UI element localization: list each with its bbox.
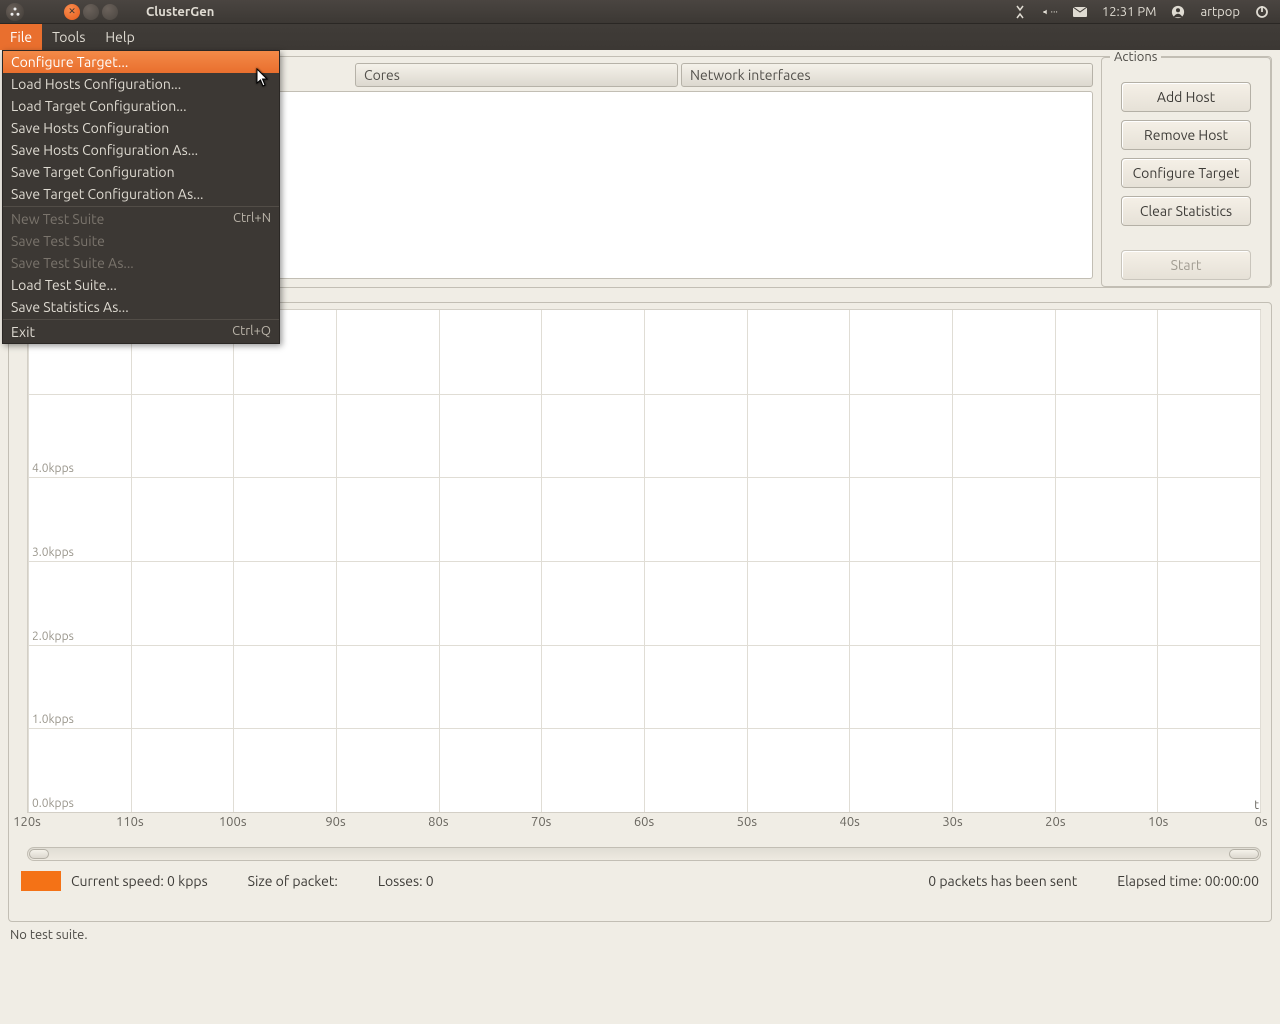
horizontal-scrollbar[interactable] — [27, 847, 1261, 861]
scroll-handle-left[interactable] — [29, 849, 49, 859]
x-tick-label: 90s — [325, 815, 345, 829]
system-top-bar: ✕ ClusterGen ··· 12:31 PM artpop — [0, 0, 1280, 24]
app-title: ClusterGen — [146, 5, 214, 19]
x-tick-label: 0s — [1255, 815, 1268, 829]
x-tick-label: 100s — [219, 815, 247, 829]
menu-item-new-test-suite: New Test SuiteCtrl+N — [3, 208, 279, 230]
menu-item-load-target-config[interactable]: Load Target Configuration... — [3, 95, 279, 117]
window-close-icon[interactable]: ✕ — [64, 4, 80, 20]
menu-item-save-statistics-as[interactable]: Save Statistics As... — [3, 296, 279, 318]
y-tick-label: 4.0kpps — [32, 462, 74, 477]
network-icon[interactable] — [1012, 4, 1028, 20]
window-minimize-icon[interactable] — [83, 4, 99, 20]
x-tick-label: 120s — [13, 815, 41, 829]
mail-icon[interactable] — [1072, 4, 1088, 20]
add-host-button[interactable]: Add Host — [1121, 82, 1251, 112]
y-tick-label: 2.0kpps — [32, 630, 74, 645]
menu-item-save-target-config-as[interactable]: Save Target Configuration As... — [3, 183, 279, 205]
x-tick-label: 110s — [116, 815, 144, 829]
x-tick-label: 10s — [1148, 815, 1168, 829]
x-tick-label: 30s — [942, 815, 962, 829]
actions-panel: Actions Add Host Remove Host Configure T… — [1101, 57, 1271, 287]
column-header-network-interfaces[interactable]: Network interfaces — [681, 63, 1093, 87]
y-tick-label: 0.0kpps — [32, 797, 74, 812]
menu-help[interactable]: Help — [95, 24, 144, 50]
x-axis-label: t — [1254, 799, 1259, 812]
menu-tools[interactable]: Tools — [42, 24, 95, 50]
x-tick-label: 80s — [428, 815, 448, 829]
losses-label: Losses: 0 — [378, 873, 434, 889]
menu-bar: File Tools Help — [0, 24, 1280, 50]
chart-frame: 0.0kpps 1.0kpps 2.0kpps 3.0kpps 4.0kpps t 12… — [8, 302, 1272, 922]
user-icon[interactable] — [1170, 4, 1186, 20]
x-tick-label: 50s — [737, 815, 757, 829]
chart-plot-area: 0.0kpps 1.0kpps 2.0kpps 3.0kpps 4.0kpps — [27, 309, 1261, 813]
remove-host-button[interactable]: Remove Host — [1121, 120, 1251, 150]
x-tick-label: 60s — [634, 815, 654, 829]
menu-item-exit[interactable]: ExitCtrl+Q — [3, 321, 279, 343]
x-tick-label: 20s — [1045, 815, 1065, 829]
ubuntu-dash-icon[interactable] — [6, 3, 24, 21]
menu-separator — [3, 206, 279, 207]
actions-panel-title: Actions — [1110, 50, 1161, 64]
menu-file[interactable]: File — [0, 24, 42, 50]
x-tick-label: 40s — [840, 815, 860, 829]
menu-item-load-test-suite[interactable]: Load Test Suite... — [3, 274, 279, 296]
menu-item-save-target-config[interactable]: Save Target Configuration — [3, 161, 279, 183]
window-maximize-icon[interactable] — [102, 4, 118, 20]
clock[interactable]: 12:31 PM — [1102, 5, 1157, 19]
scroll-handle-right[interactable] — [1229, 849, 1259, 859]
menu-item-save-test-suite-as: Save Test Suite As... — [3, 252, 279, 274]
volume-icon[interactable]: ··· — [1042, 4, 1058, 20]
packets-sent-label: 0 packets has been sent — [928, 873, 1077, 889]
start-button: Start — [1121, 250, 1251, 280]
x-axis-ticks: 120s110s100s90s80s70s60s50s40s30s20s10s0… — [27, 815, 1261, 835]
footer-status: No test suite. — [0, 922, 1280, 948]
window-controls: ✕ — [64, 4, 118, 20]
menu-item-save-hosts-config[interactable]: Save Hosts Configuration — [3, 117, 279, 139]
y-tick-label: 1.0kpps — [32, 713, 74, 728]
current-speed-label: Current speed: 0 kpps — [71, 873, 208, 889]
menu-item-load-hosts-config[interactable]: Load Hosts Configuration... — [3, 73, 279, 95]
elapsed-time-label: Elapsed time: 00:00:00 — [1117, 873, 1259, 889]
file-menu-dropdown: Configure Target... Load Hosts Configura… — [2, 50, 280, 344]
legend-color-chip — [21, 871, 61, 891]
configure-target-button[interactable]: Configure Target — [1121, 158, 1251, 188]
menu-item-save-hosts-config-as[interactable]: Save Hosts Configuration As... — [3, 139, 279, 161]
clear-statistics-button[interactable]: Clear Statistics — [1121, 196, 1251, 226]
username[interactable]: artpop — [1200, 5, 1240, 19]
column-header-cores[interactable]: Cores — [355, 63, 678, 87]
menu-separator — [3, 319, 279, 320]
chart-status-row: Current speed: 0 kpps Size of packet: Lo… — [9, 861, 1271, 901]
y-tick-label: 3.0kpps — [32, 546, 74, 561]
menu-item-configure-target[interactable]: Configure Target... — [3, 51, 279, 73]
x-tick-label: 70s — [531, 815, 551, 829]
power-icon[interactable] — [1254, 4, 1270, 20]
size-of-packet-label: Size of packet: — [248, 873, 338, 889]
menu-item-save-test-suite: Save Test Suite — [3, 230, 279, 252]
